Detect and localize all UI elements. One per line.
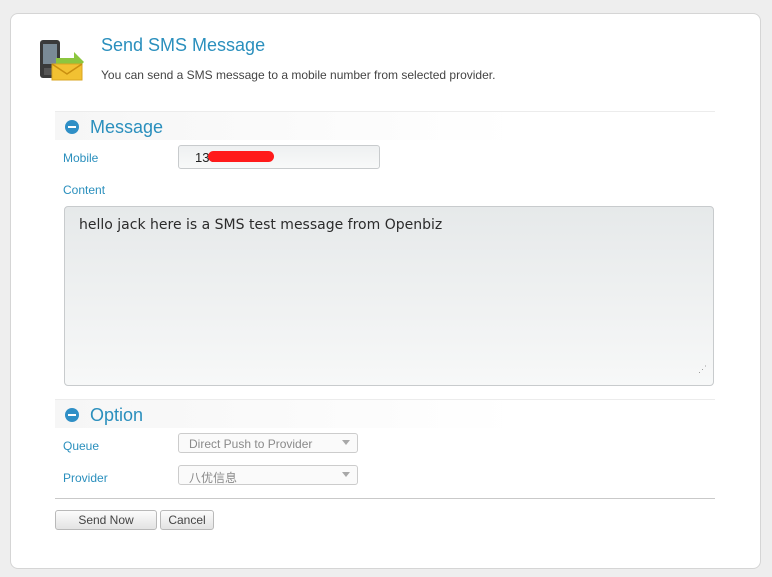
content-textarea[interactable]: hello jack here is a SMS test message fr… [64, 206, 714, 386]
provider-select-value: 八优信息 [189, 471, 238, 485]
option-section-header[interactable]: Option [55, 399, 715, 428]
page-title: Send SMS Message [101, 35, 266, 55]
page-subtitle: You can send a SMS message to a mobile n… [101, 68, 496, 82]
mobile-label: Mobile [63, 151, 99, 165]
queue-select[interactable]: Direct Push to Provider [178, 433, 358, 453]
collapse-minus-icon[interactable] [65, 120, 79, 134]
chevron-down-icon [342, 440, 350, 445]
queue-select-value: Direct Push to Provider [189, 437, 313, 451]
content-label: Content [63, 183, 106, 197]
option-section-title: Option [90, 405, 144, 425]
send-now-button[interactable]: Send Now [55, 510, 157, 530]
resize-grip-icon[interactable]: ⋰ [698, 364, 708, 374]
queue-label: Queue [63, 439, 100, 453]
collapse-minus-icon[interactable] [65, 408, 79, 422]
cancel-button[interactable]: Cancel [160, 510, 214, 530]
redaction-mark [208, 151, 274, 162]
message-section-title: Message [90, 117, 164, 137]
chevron-down-icon [342, 472, 350, 477]
footer-divider [55, 498, 715, 499]
provider-select[interactable]: 八优信息 [178, 465, 358, 485]
mobile-sms-icon [40, 40, 84, 81]
provider-label: Provider [63, 471, 108, 485]
message-section-header[interactable]: Message [55, 111, 715, 140]
